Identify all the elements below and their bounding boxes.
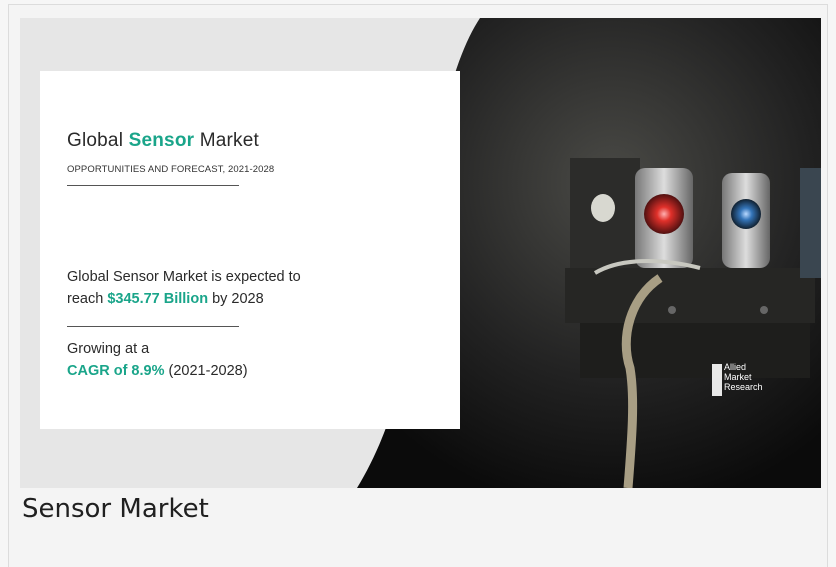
cagr-text: Growing at a CAGR of 8.9% (2021-2028) xyxy=(67,341,248,379)
allied-market-research-logo: Allied Market Research xyxy=(712,362,792,402)
divider xyxy=(67,185,239,186)
infographic-image: Global Sensor Market OPPORTUNITIES AND F… xyxy=(20,18,821,488)
market-size-text: Global Sensor Market is expected to reac… xyxy=(67,269,301,307)
image-caption: Sensor Market xyxy=(22,494,209,524)
infographic-title: Global Sensor Market xyxy=(67,130,259,151)
logo-icon xyxy=(712,364,722,396)
divider xyxy=(67,326,239,327)
infographic-subtitle: OPPORTUNITIES AND FORECAST, 2021-2028 xyxy=(67,164,275,175)
